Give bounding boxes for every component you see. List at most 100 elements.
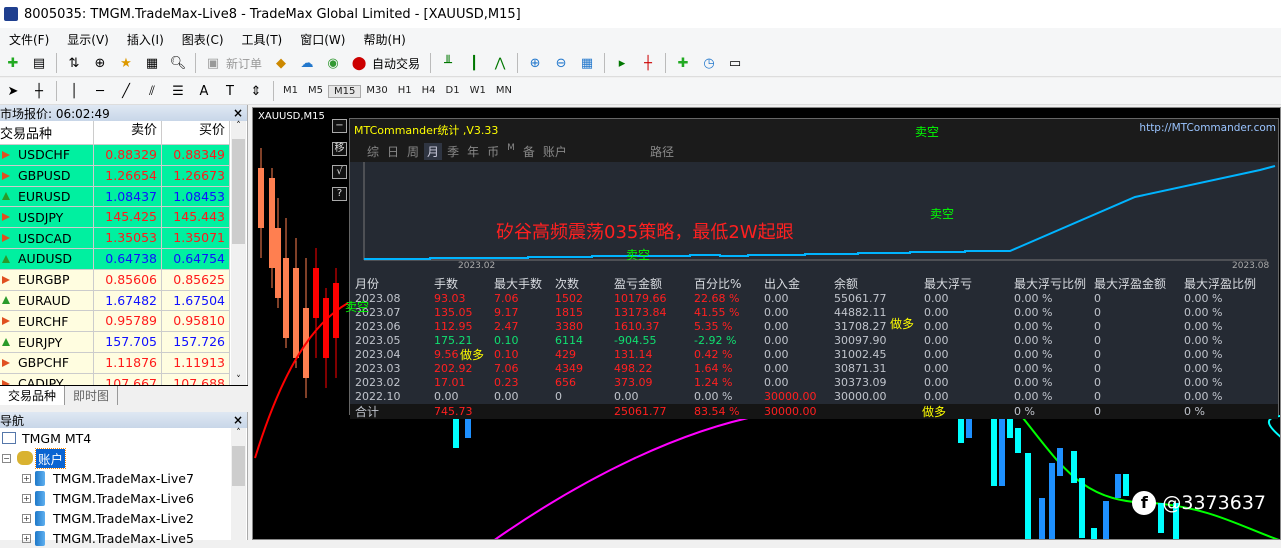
column-symbol[interactable]: 交易品种: [0, 121, 94, 144]
panel-tab[interactable]: 综: [364, 143, 382, 160]
line-chart-icon[interactable]: ⋀: [491, 54, 509, 72]
timeframe-m1[interactable]: M1: [278, 85, 303, 98]
new-order-icon[interactable]: ▣: [204, 54, 222, 72]
chart-shift-icon[interactable]: ┼: [639, 54, 657, 72]
metaeditor-icon[interactable]: ◆: [272, 54, 290, 72]
zoom-in-icon[interactable]: ⊕: [526, 54, 544, 72]
menu-item[interactable]: 图表(C): [173, 31, 233, 48]
navigator-scrollbar[interactable]: ˄: [231, 428, 246, 540]
new-order-button[interactable]: 新订单: [226, 55, 262, 72]
terminal-icon[interactable]: ▦: [143, 54, 161, 72]
timeframe-m15[interactable]: M15: [328, 84, 362, 98]
crosshair-icon[interactable]: ┼: [30, 82, 48, 100]
timeframe-w1[interactable]: W1: [465, 85, 491, 98]
arrows-icon[interactable]: ⇕: [247, 82, 265, 100]
tree-accounts[interactable]: − 账户: [0, 447, 247, 469]
cloud-icon[interactable]: ☁: [298, 54, 316, 72]
horizontal-line-icon[interactable]: ─: [91, 82, 109, 100]
market-watch-scrollbar[interactable]: ˄ ˅: [231, 121, 246, 385]
timeframe-mn[interactable]: MN: [491, 85, 517, 98]
tree-server[interactable]: + TMGM.TradeMax-Live7: [0, 468, 247, 488]
menu-item[interactable]: 文件(F): [0, 31, 58, 48]
strategy-tester-icon[interactable]: 🔍︎: [169, 54, 187, 72]
panel-url-link[interactable]: http://MTCommander.com: [1139, 122, 1276, 134]
templates-icon[interactable]: ▭: [726, 54, 744, 72]
table-row[interactable]: GBPUSD 1.26654 1.26673: [0, 165, 230, 187]
menu-item[interactable]: 窗口(W): [291, 31, 354, 48]
bar-chart-icon[interactable]: ╨: [439, 54, 457, 72]
table-row[interactable]: EURCHF 0.95789 0.95810: [0, 311, 230, 333]
signals-icon[interactable]: ◉: [324, 54, 342, 72]
column-bid[interactable]: 卖价: [94, 121, 162, 144]
data-window-icon[interactable]: ⊕: [91, 54, 109, 72]
auto-scroll-icon[interactable]: ▸: [613, 54, 631, 72]
menu-item[interactable]: 工具(T): [233, 31, 292, 48]
menu-item[interactable]: 帮助(H): [354, 31, 414, 48]
profiles-icon[interactable]: ▤: [30, 54, 48, 72]
candlestick-icon[interactable]: ┃: [465, 54, 483, 72]
expand-icon[interactable]: +: [22, 493, 31, 503]
help-button[interactable]: ?: [332, 187, 347, 201]
market-watch-icon[interactable]: ⇅: [65, 54, 83, 72]
tab-tick-chart[interactable]: 即时图: [65, 386, 119, 405]
indicators-icon[interactable]: ✚: [674, 54, 692, 72]
auto-trading-icon[interactable]: ⬤: [350, 54, 368, 72]
zoom-out-icon[interactable]: ⊖: [552, 54, 570, 72]
menu-item[interactable]: 显示(V): [58, 31, 118, 48]
tree-server[interactable]: + TMGM.TradeMax-Live2: [0, 508, 247, 528]
text-label-icon[interactable]: T: [221, 82, 239, 100]
trendline-icon[interactable]: ╱: [117, 82, 135, 100]
table-row[interactable]: EURGBP 0.85606 0.85625: [0, 269, 230, 291]
tree-root[interactable]: TMGM MT4: [0, 428, 247, 448]
table-row[interactable]: USDCHF 0.88329 0.88349: [0, 145, 230, 166]
timeframe-h4[interactable]: H4: [417, 85, 441, 98]
fibonacci-icon[interactable]: ☰: [169, 82, 187, 100]
text-icon[interactable]: A: [195, 82, 213, 100]
tree-server[interactable]: + TMGM.TradeMax-Live5: [0, 528, 247, 548]
panel-tab[interactable]: 季: [444, 143, 462, 160]
close-icon[interactable]: ×: [233, 413, 243, 427]
table-row[interactable]: AUDUSD 0.64738 0.64754: [0, 248, 230, 270]
expand-icon[interactable]: +: [22, 533, 31, 543]
panel-tab[interactable]: M: [504, 143, 518, 160]
expand-icon[interactable]: +: [22, 513, 31, 523]
timeframe-d1[interactable]: D1: [441, 85, 465, 98]
server-name: TMGM.TradeMax-Live2: [53, 510, 194, 526]
panel-tab[interactable]: 周: [404, 143, 422, 160]
move-panel-button[interactable]: 移: [332, 142, 347, 156]
auto-trading-button[interactable]: 自动交易: [372, 55, 420, 72]
menu-item[interactable]: 插入(I): [118, 31, 173, 48]
tab-symbols[interactable]: 交易品种: [0, 386, 66, 405]
panel-tab[interactable]: 年: [464, 143, 482, 160]
timeframe-m30[interactable]: M30: [361, 85, 392, 98]
tree-server[interactable]: + TMGM.TradeMax-Live6: [0, 488, 247, 508]
table-row[interactable]: EURJPY 157.705 157.726: [0, 332, 230, 353]
timeframe-h1[interactable]: H1: [393, 85, 417, 98]
table-row[interactable]: USDJPY 145.425 145.443: [0, 207, 230, 229]
panel-tab[interactable]: 币: [484, 143, 502, 160]
panel-tab[interactable]: 日: [384, 143, 402, 160]
column-ask[interactable]: 买价: [162, 121, 230, 144]
expand-icon[interactable]: +: [22, 473, 31, 483]
equidistant-channel-icon[interactable]: ⫽: [143, 82, 161, 100]
cursor-icon[interactable]: ➤: [4, 82, 22, 100]
table-row[interactable]: EURUSD 1.08437 1.08453: [0, 186, 230, 208]
table-row[interactable]: GBPCHF 1.11876 1.11913: [0, 352, 230, 374]
new-chart-icon[interactable]: ✚: [4, 54, 22, 72]
chart-window[interactable]: XAUUSD,M15 − 移 √ ? MTCommander统计 ,V3.33 …: [252, 107, 1281, 540]
panel-tab[interactable]: 账户: [540, 143, 570, 160]
timeframe-m5[interactable]: M5: [303, 85, 328, 98]
tile-windows-icon[interactable]: ▦: [578, 54, 596, 72]
navigator-icon[interactable]: ★: [117, 54, 135, 72]
minimize-panel-button[interactable]: −: [332, 119, 347, 133]
vertical-line-icon[interactable]: │: [65, 82, 83, 100]
check-button[interactable]: √: [332, 165, 347, 179]
panel-tab[interactable]: 月: [424, 143, 443, 160]
collapse-icon[interactable]: −: [2, 453, 11, 463]
panel-tab[interactable]: 备: [520, 143, 538, 160]
table-row[interactable]: EURAUD 1.67482 1.67504: [0, 290, 230, 312]
table-row[interactable]: USDCAD 1.35053 1.35071: [0, 228, 230, 249]
tab-path[interactable]: 路径: [650, 143, 674, 160]
close-icon[interactable]: ×: [233, 106, 243, 120]
periods-icon[interactable]: ◷: [700, 54, 718, 72]
